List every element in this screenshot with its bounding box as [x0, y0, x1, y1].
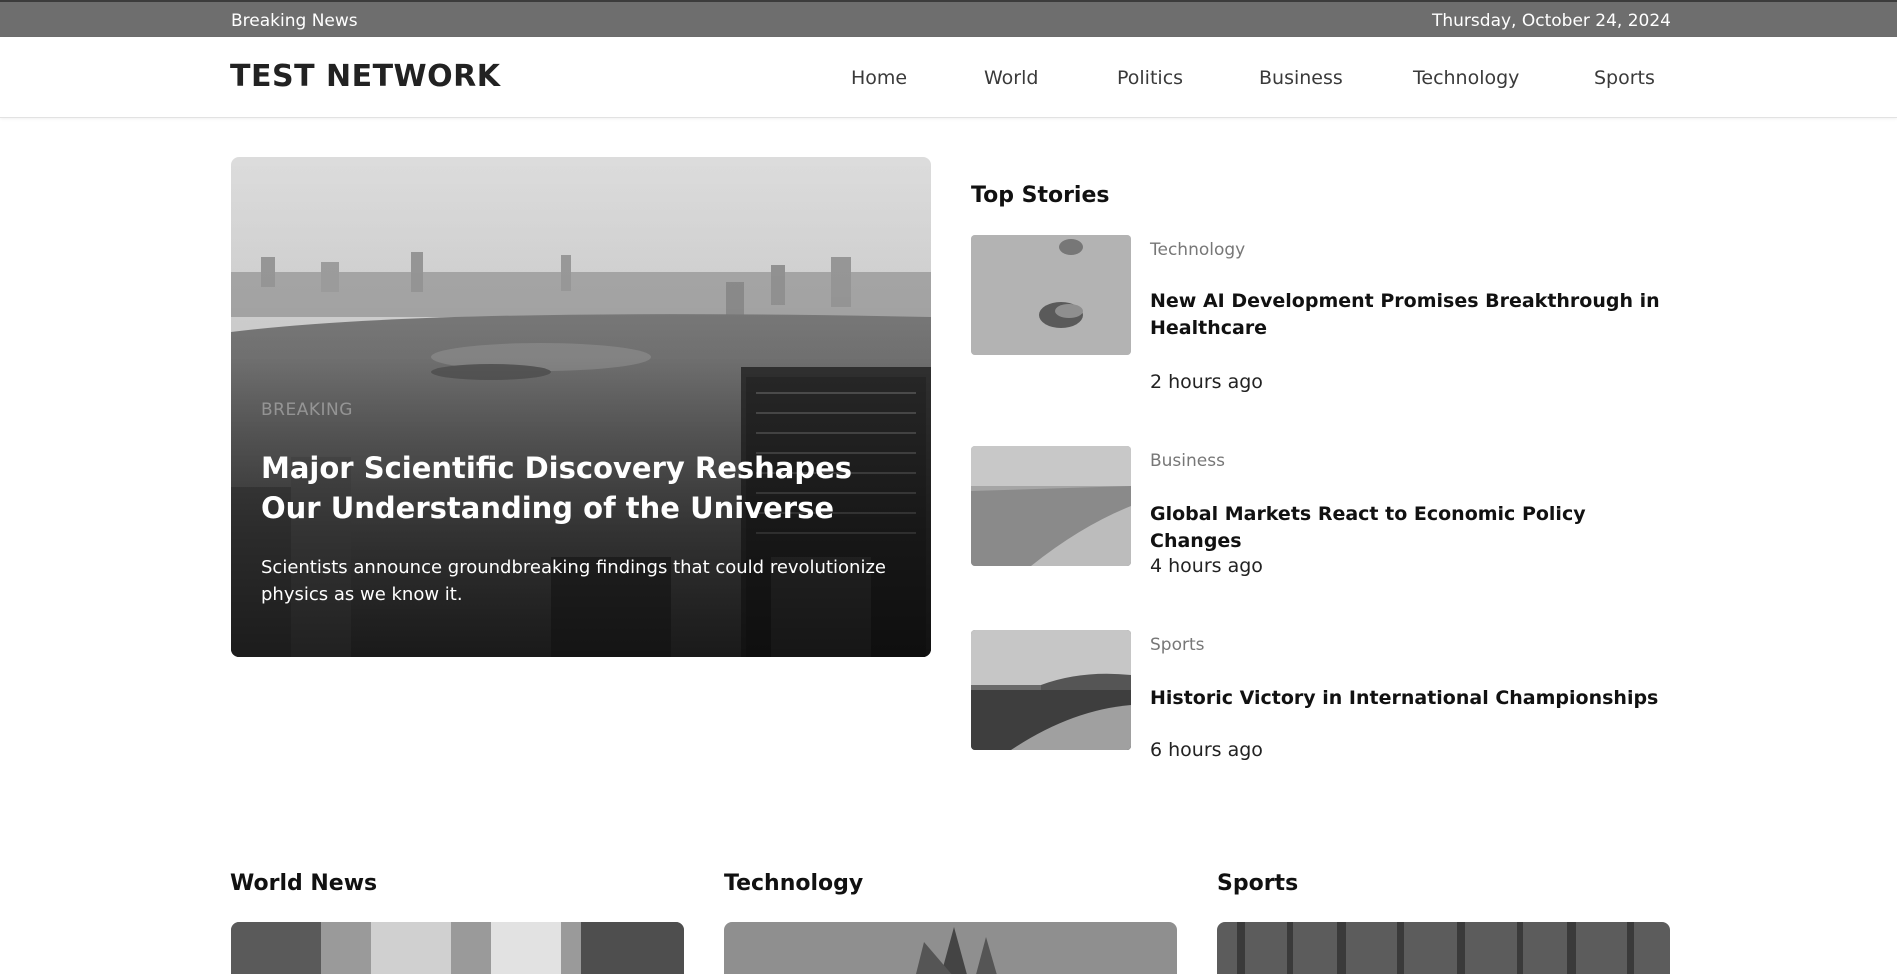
technology-card-image[interactable]: [724, 922, 1177, 974]
story-thumbnail[interactable]: [971, 235, 1131, 355]
nav-world[interactable]: World: [984, 67, 1038, 89]
site-header: TEST NETWORK Home World Politics Busines…: [0, 37, 1897, 118]
featured-story-title[interactable]: Major Scientific Discovery Reshapes Our …: [261, 448, 901, 528]
top-stories-heading: Top Stories: [971, 183, 1110, 208]
story-category: Business: [1150, 451, 1225, 471]
sports-card-image[interactable]: [1217, 922, 1670, 974]
story-category: Sports: [1150, 635, 1205, 655]
nav-technology[interactable]: Technology: [1413, 67, 1519, 89]
breaking-news-bar: Breaking News Thursday, October 24, 2024: [0, 0, 1897, 37]
nav-home[interactable]: Home: [851, 67, 907, 89]
section-heading-technology: Technology: [724, 871, 864, 896]
world-news-card-image[interactable]: [231, 922, 684, 974]
section-heading-world-news: World News: [230, 871, 378, 896]
story-time: 4 hours ago: [1150, 555, 1263, 577]
story-thumbnail[interactable]: [971, 630, 1131, 750]
breaking-news-label: Breaking News: [231, 11, 358, 31]
story-time: 6 hours ago: [1150, 739, 1263, 761]
nav-sports[interactable]: Sports: [1594, 67, 1655, 89]
site-logo[interactable]: TEST NETWORK: [230, 59, 500, 94]
nav-business[interactable]: Business: [1259, 67, 1343, 89]
story-thumbnail[interactable]: [971, 446, 1131, 566]
featured-story[interactable]: BREAKING Major Scientific Discovery Resh…: [231, 157, 931, 657]
story-title[interactable]: Global Markets React to Economic Policy …: [1150, 501, 1670, 555]
story-category: Technology: [1150, 240, 1246, 260]
story-time: 2 hours ago: [1150, 371, 1263, 393]
story-title[interactable]: Historic Victory in International Champi…: [1150, 685, 1670, 712]
story-title[interactable]: New AI Development Promises Breakthrough…: [1150, 288, 1670, 342]
nav-politics[interactable]: Politics: [1117, 67, 1183, 89]
current-date: Thursday, October 24, 2024: [1432, 11, 1671, 31]
featured-story-summary: Scientists announce groundbreaking findi…: [261, 557, 886, 605]
featured-story-tag: BREAKING: [261, 400, 353, 420]
section-heading-sports: Sports: [1217, 871, 1299, 896]
